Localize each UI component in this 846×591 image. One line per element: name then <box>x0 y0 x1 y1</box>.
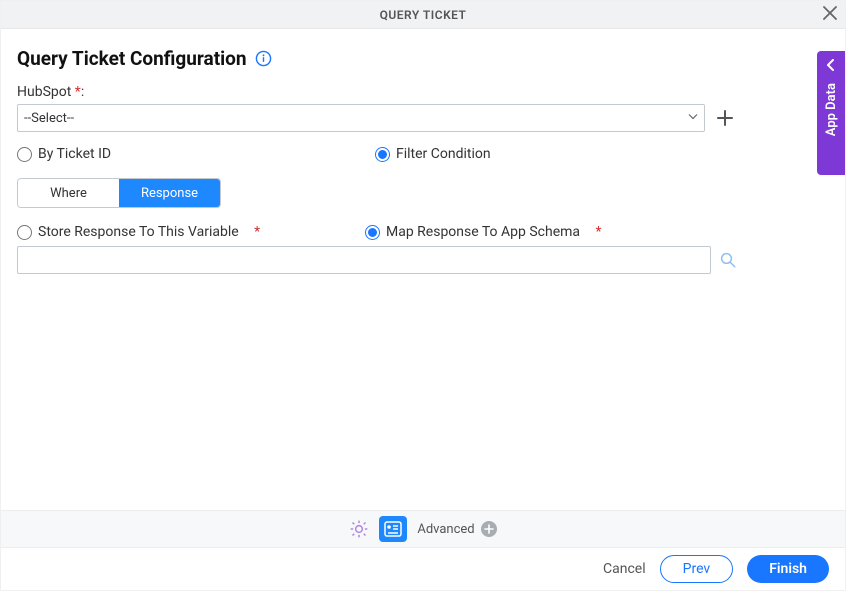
page-title: Query Ticket Configuration <box>17 47 247 70</box>
side-tab-label: App Data <box>824 83 839 136</box>
add-hubspot-button[interactable] <box>713 106 737 130</box>
by-ticket-id-radio[interactable] <box>17 147 32 162</box>
toolbar: Advanced <box>1 510 845 548</box>
store-variable-group: Store Response To This Variable * <box>17 224 365 240</box>
required-asterisk: * <box>596 224 602 240</box>
form-icon[interactable] <box>379 516 407 542</box>
response-target-row: Store Response To This Variable * Map Re… <box>17 224 829 240</box>
plus-icon <box>481 521 497 537</box>
hubspot-select-row: --Select-- <box>17 104 829 132</box>
dialog-title: QUERY TICKET <box>380 8 467 22</box>
hubspot-select[interactable]: --Select-- <box>17 104 705 132</box>
filter-condition-radio[interactable] <box>375 147 390 162</box>
dialog-root: QUERY TICKET App Data Query Ticket Confi… <box>0 0 846 591</box>
tab-response[interactable]: Response <box>119 179 220 207</box>
hubspot-label-text: HubSpot <box>17 84 71 100</box>
hubspot-selected-value: --Select-- <box>24 111 74 126</box>
chevron-down-icon <box>688 111 698 126</box>
map-schema-radio[interactable] <box>365 225 380 240</box>
advanced-toggle[interactable]: Advanced <box>417 521 496 537</box>
map-schema-label: Map Response To App Schema <box>386 224 580 240</box>
mode-by-id-group: By Ticket ID <box>17 146 375 162</box>
by-ticket-id-label: By Ticket ID <box>38 146 111 162</box>
store-variable-label: Store Response To This Variable <box>38 224 239 240</box>
prev-button[interactable]: Prev <box>660 555 734 583</box>
dialog-body: Query Ticket Configuration HubSpot *: --… <box>1 29 845 274</box>
titlebar: QUERY TICKET <box>1 1 845 29</box>
dialog-footer: Cancel Prev Finish <box>1 548 845 590</box>
cancel-button[interactable]: Cancel <box>603 561 646 577</box>
mode-filter-group: Filter Condition <box>375 146 829 162</box>
filter-condition-label: Filter Condition <box>396 146 491 162</box>
search-icon[interactable] <box>719 251 737 269</box>
tab-where[interactable]: Where <box>18 179 119 207</box>
finish-button[interactable]: Finish <box>747 555 829 583</box>
store-variable-radio[interactable] <box>17 225 32 240</box>
chevron-left-icon <box>825 59 837 75</box>
gear-icon[interactable] <box>349 519 369 539</box>
schema-input-row <box>17 246 829 274</box>
advanced-label: Advanced <box>417 522 474 537</box>
hubspot-label: HubSpot *: <box>17 84 829 100</box>
schema-input[interactable] <box>17 246 711 274</box>
required-asterisk: * <box>254 224 260 240</box>
mode-row: By Ticket ID Filter Condition <box>17 146 829 162</box>
info-icon[interactable] <box>255 50 272 67</box>
where-response-tabs: Where Response <box>17 178 221 208</box>
label-colon: : <box>81 84 84 100</box>
close-icon[interactable] <box>823 5 837 25</box>
map-schema-group: Map Response To App Schema * <box>365 224 829 240</box>
app-data-side-tab[interactable]: App Data <box>817 51 845 175</box>
page-header: Query Ticket Configuration <box>17 47 829 70</box>
